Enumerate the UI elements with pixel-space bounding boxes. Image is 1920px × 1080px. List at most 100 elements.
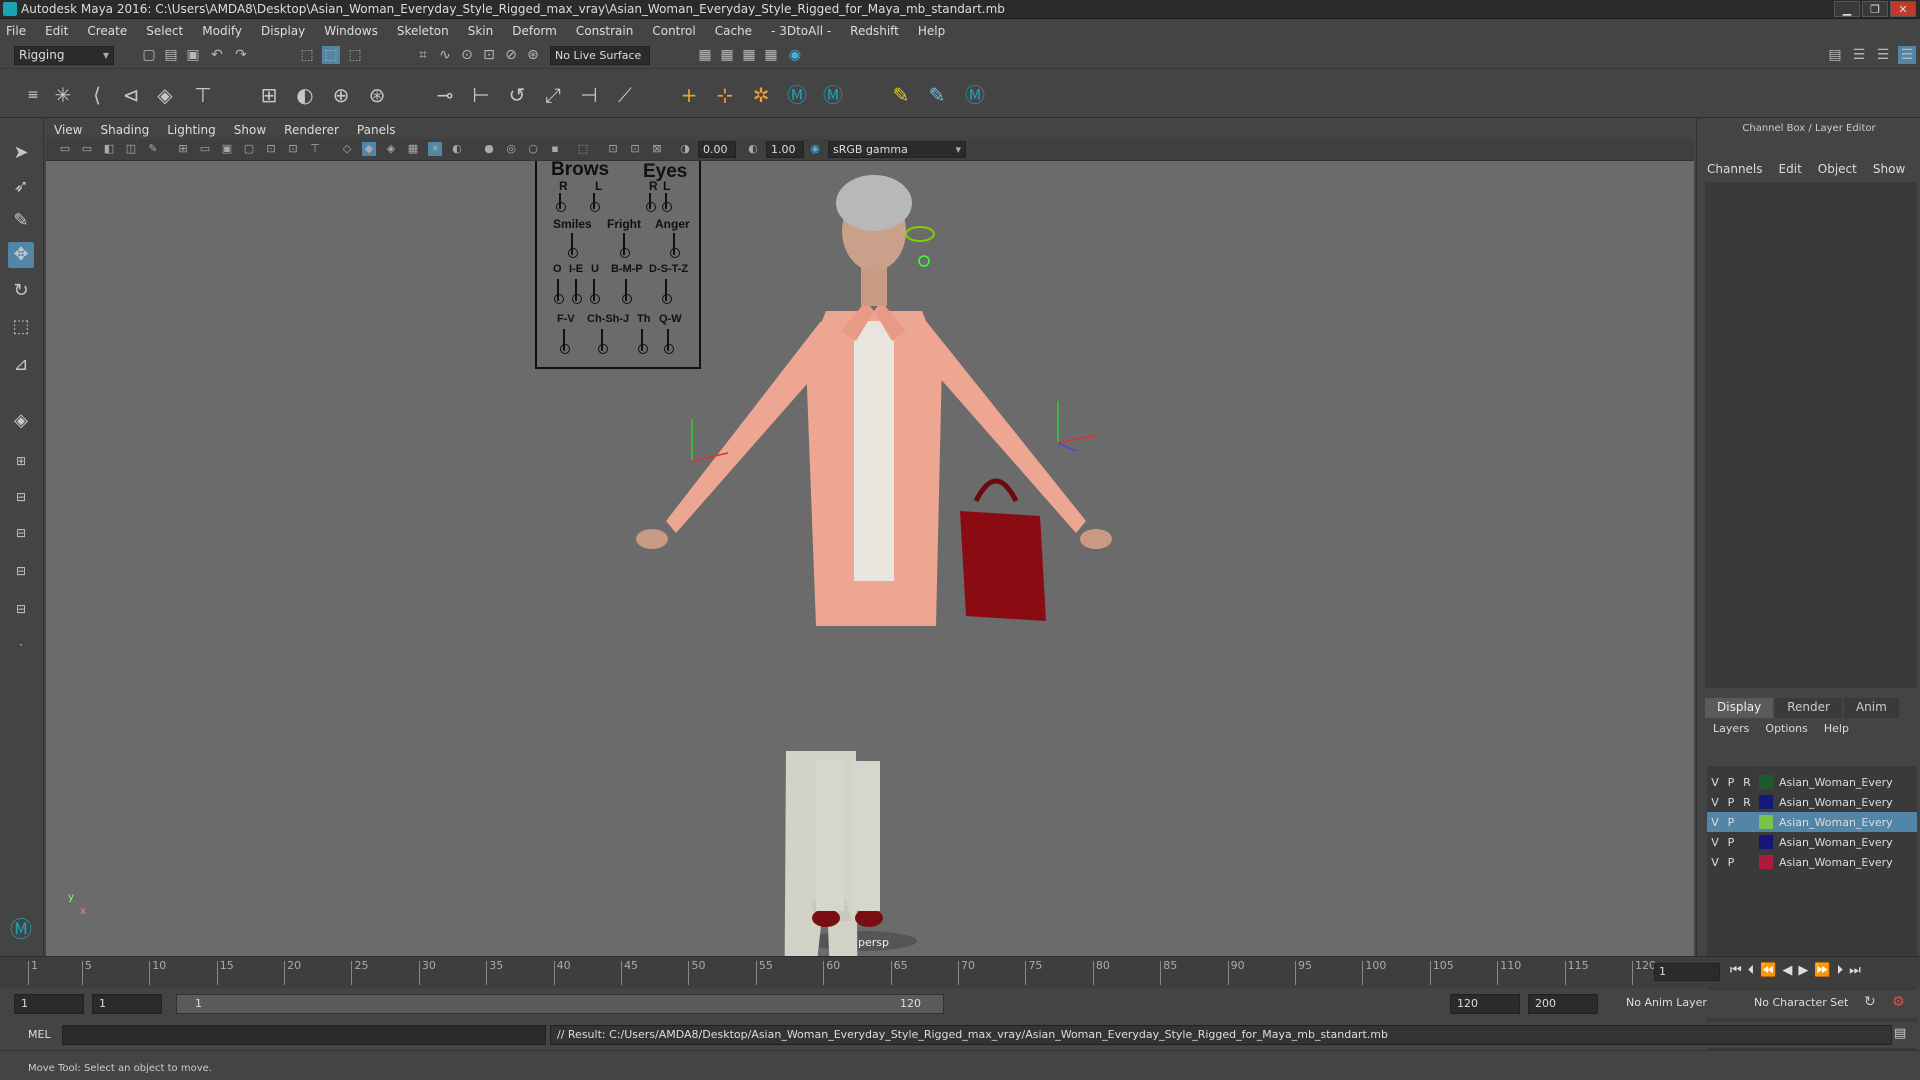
smooth-weights-icon[interactable]: ✎ xyxy=(924,82,950,108)
menu-windows[interactable]: Windows xyxy=(324,24,378,38)
playback-end-field[interactable]: 120 xyxy=(1450,994,1520,1014)
render-settings-icon[interactable]: ▦ xyxy=(740,46,758,64)
layer-menu-help[interactable]: Help xyxy=(1824,722,1849,735)
color-management-icon[interactable]: ◉ xyxy=(808,142,822,156)
snap-view-icon[interactable]: ⊡ xyxy=(480,46,498,64)
gamma-field[interactable]: 1.00 xyxy=(766,141,804,158)
character-set-dropdown[interactable]: No Character Set xyxy=(1748,994,1858,1014)
layer-visible-toggle[interactable]: V xyxy=(1707,856,1723,869)
textured-icon[interactable]: ▦ xyxy=(406,142,420,156)
menu-select[interactable]: Select xyxy=(146,24,183,38)
play-backwards-icon[interactable]: ◀ xyxy=(1782,963,1792,978)
gizmo-x-left[interactable] xyxy=(1057,434,1099,444)
two-layout-icon[interactable]: ⊟ xyxy=(8,520,34,546)
depth-of-field-icon[interactable]: ▪ xyxy=(548,142,562,156)
layer-visible-toggle[interactable]: V xyxy=(1707,776,1723,789)
viewport-menu-panels[interactable]: Panels xyxy=(357,123,396,137)
mash-network-icon[interactable]: Ⓜ xyxy=(820,82,846,108)
perspective-viewport[interactable]: Brows Eyes R L R L Smiles Fright Anger O… xyxy=(46,161,1694,956)
select-component-icon[interactable]: ⬚ xyxy=(346,46,364,64)
ik-spline-icon[interactable]: ⊲ xyxy=(118,82,144,108)
cluster-icon[interactable]: ⊛ xyxy=(364,82,390,108)
layer-color-swatch[interactable] xyxy=(1759,795,1773,809)
scale-constraint-icon[interactable]: ⤢ xyxy=(540,82,566,108)
exposure-field[interactable]: 0.00 xyxy=(698,141,736,158)
move-tool-icon[interactable]: ✥ xyxy=(8,242,34,268)
select-object-icon[interactable]: ⬚ xyxy=(322,46,340,64)
channel-box-toggle-icon[interactable]: ☰ xyxy=(1898,46,1916,64)
menu-file[interactable]: File xyxy=(6,24,26,38)
layer-playback-toggle[interactable]: P xyxy=(1723,856,1739,869)
current-frame-field[interactable]: 1 xyxy=(1654,963,1720,981)
layer-row-selected[interactable]: V P Asian_Woman_Everyday_Style_Bones xyxy=(1707,812,1917,832)
cb-menu-object[interactable]: Object xyxy=(1818,162,1857,176)
mash-repro-icon[interactable]: Ⓜ xyxy=(962,82,988,108)
image-plane-icon[interactable]: ◫ xyxy=(124,142,138,156)
ambient-occlusion-icon[interactable]: ● xyxy=(482,142,496,156)
graph-layout-icon[interactable]: ⊟ xyxy=(8,596,34,622)
point-constraint-icon[interactable]: ⊢ xyxy=(468,82,494,108)
step-forward-icon[interactable]: ⏵ xyxy=(1837,963,1844,978)
ipr-render-icon[interactable]: ▦ xyxy=(718,46,736,64)
select-hierarchy-icon[interactable]: ⬚ xyxy=(298,46,316,64)
grid-icon[interactable]: ⊞ xyxy=(176,142,190,156)
redshift-icon[interactable]: ◉ xyxy=(786,46,804,64)
tab-anim[interactable]: Anim xyxy=(1843,698,1899,718)
film-gate-icon[interactable]: ▭ xyxy=(198,142,212,156)
orient-joint-icon[interactable]: ⊤ xyxy=(190,82,216,108)
hypershade-icon[interactable]: ▦ xyxy=(762,46,780,64)
layer-color-swatch[interactable] xyxy=(1759,815,1773,829)
menu-modify[interactable]: Modify xyxy=(202,24,242,38)
orient-constraint-icon[interactable]: ↺ xyxy=(504,82,530,108)
anti-aliasing-icon[interactable]: ○ xyxy=(526,142,540,156)
gizmo-z-left[interactable] xyxy=(1057,442,1077,452)
resolution-gate-icon[interactable]: ▣ xyxy=(220,142,234,156)
eye-controller[interactable] xyxy=(905,226,935,242)
last-tool-icon[interactable]: ⊿ xyxy=(8,352,34,378)
layer-color-swatch[interactable] xyxy=(1759,855,1773,869)
xray-components-icon[interactable]: ⊠ xyxy=(650,142,664,156)
range-slider[interactable]: 1 120 xyxy=(176,994,944,1014)
mirror-joint-icon[interactable]: ◈ xyxy=(152,82,178,108)
layer-row[interactable]: V P Asian_Woman_Everyday_Style_Geometry xyxy=(1707,852,1917,872)
channel-list[interactable] xyxy=(1705,182,1917,688)
go-to-end-icon[interactable]: ⏭ xyxy=(1849,963,1861,978)
menu-3dtoall[interactable]: - 3DtoAll - xyxy=(771,24,831,38)
cb-menu-channels[interactable]: Channels xyxy=(1707,162,1763,176)
minimize-button[interactable]: ▁ xyxy=(1834,1,1860,17)
cb-menu-show[interactable]: Show xyxy=(1873,162,1905,176)
modeling-toolkit-icon[interactable]: ▤ xyxy=(1826,46,1844,64)
menu-create[interactable]: Create xyxy=(87,24,127,38)
parent-constraint-icon[interactable]: ⊸ xyxy=(432,82,458,108)
paint-select-icon[interactable]: ✎ xyxy=(8,208,34,234)
menu-edit[interactable]: Edit xyxy=(45,24,68,38)
layer-reference-toggle[interactable]: R xyxy=(1739,796,1755,809)
menu-constrain[interactable]: Constrain xyxy=(576,24,634,38)
undo-icon[interactable]: ↶ xyxy=(208,46,226,64)
auto-key-icon[interactable]: ↻ xyxy=(1864,994,1876,1010)
safe-action-icon[interactable]: ⊡ xyxy=(286,142,300,156)
head-controller[interactable] xyxy=(918,255,930,267)
layer-reference-toggle[interactable]: R xyxy=(1739,776,1755,789)
bookmark-icon[interactable]: ◧ xyxy=(102,142,116,156)
ik-handle-icon[interactable]: ⟨ xyxy=(84,82,110,108)
tab-display[interactable]: Display xyxy=(1705,698,1774,718)
motion-blur-icon[interactable]: ◎ xyxy=(504,142,518,156)
menu-display[interactable]: Display xyxy=(261,24,305,38)
aim-constraint-icon[interactable]: ⊣ xyxy=(576,82,602,108)
shelf-menu-icon[interactable]: ≡ xyxy=(20,82,46,108)
xray-icon[interactable]: ⊡ xyxy=(606,142,620,156)
play-forwards-icon[interactable]: ▶ xyxy=(1798,963,1808,978)
animation-end-field[interactable]: 200 xyxy=(1528,994,1598,1014)
menu-skin[interactable]: Skin xyxy=(468,24,494,38)
close-button[interactable]: ✕ xyxy=(1890,1,1916,17)
layer-visible-toggle[interactable]: V xyxy=(1707,816,1723,829)
menu-set-dropdown[interactable]: Rigging xyxy=(14,46,114,65)
lattice-icon[interactable]: ⊕ xyxy=(328,82,354,108)
menu-redshift[interactable]: Redshift xyxy=(850,24,899,38)
menu-cache[interactable]: Cache xyxy=(715,24,752,38)
camera-select-icon[interactable]: ▭ xyxy=(58,142,72,156)
snap-point-icon[interactable]: ⊙ xyxy=(458,46,476,64)
view-transform-dropdown[interactable]: sRGB gamma xyxy=(828,141,966,158)
layer-row[interactable]: V P Asian_Woman_Everyday_Style_Helpers xyxy=(1707,832,1917,852)
